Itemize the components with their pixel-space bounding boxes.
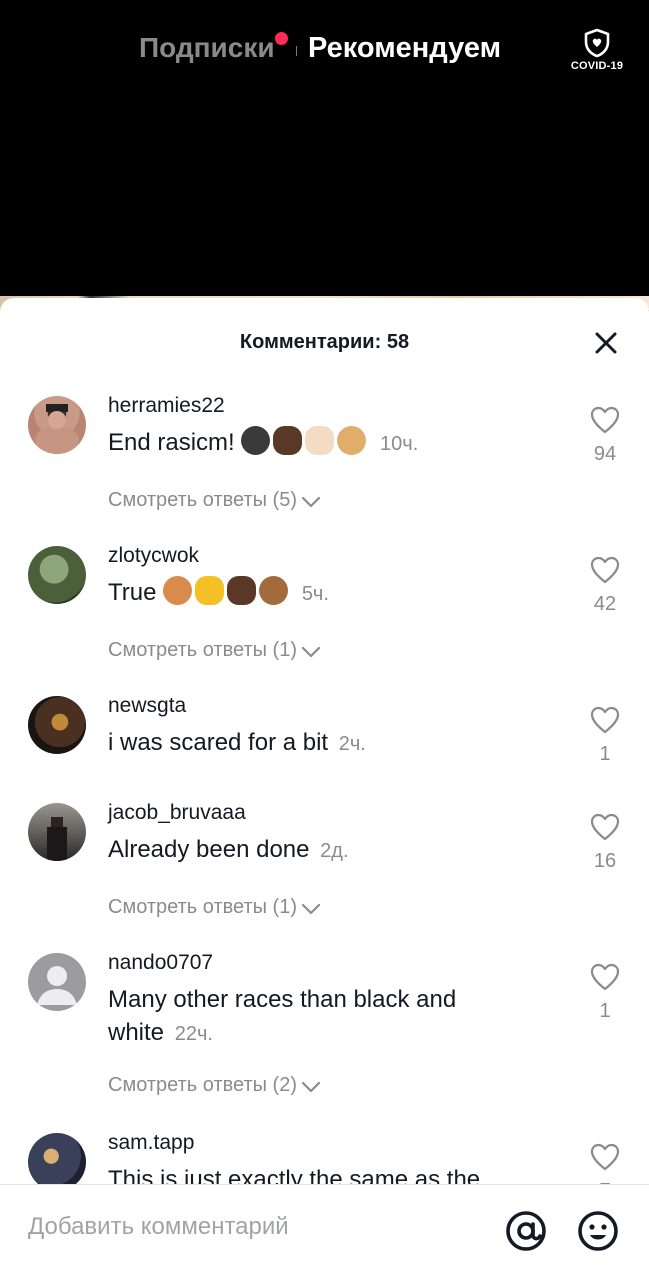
comments-header: Комментарии: 58 (0, 298, 649, 382)
covid-info-button[interactable]: COVID-19 (567, 28, 627, 72)
comment-text: End rasicm! 10ч. (108, 426, 528, 461)
boy-emoji-icon (163, 576, 193, 605)
comment-time: 22ч. (174, 1023, 213, 1045)
at-sign-icon[interactable] (504, 1209, 548, 1253)
comment-username[interactable]: newsgta (108, 694, 186, 718)
like-count: 1 (599, 1000, 611, 1022)
fist-light-emoji-icon (305, 426, 335, 455)
like-button[interactable]: 42 (585, 556, 625, 616)
like-button[interactable]: 94 (585, 406, 625, 466)
comment-time: 10ч. (380, 433, 419, 455)
video-player[interactable]: Подписки Рекомендуем COVID-19 (0, 0, 649, 310)
comment-body: This is just exactly the same as the (108, 1166, 481, 1184)
view-replies-button[interactable]: Смотреть ответы (2) (108, 1074, 321, 1097)
like-button[interactable]: 1 (585, 706, 625, 766)
chevron-down-icon (301, 1081, 321, 1093)
chevron-down-icon (301, 646, 321, 658)
heart-icon (590, 706, 620, 734)
chevron-down-icon (301, 903, 321, 915)
view-replies-button[interactable]: Смотреть ответы (5) (108, 489, 321, 512)
new-content-dot (275, 32, 288, 45)
comment-username[interactable]: jacob_bruvaaa (108, 801, 246, 825)
fist-yellow-emoji-icon (195, 576, 225, 605)
comments-sheet: Комментарии: 58 herramies22 End rasicm! … (0, 298, 649, 1279)
comments-list[interactable]: herramies22 End rasicm! 10ч. 94 Смотреть… (0, 382, 649, 1184)
heart-icon (590, 963, 620, 991)
view-replies-button[interactable]: Смотреть ответы (1) (108, 639, 321, 662)
avatar[interactable] (28, 396, 86, 454)
comment-time: 2д. (320, 840, 349, 862)
like-count: 16 (593, 850, 617, 872)
view-replies-button[interactable]: Смотреть ответы (1) (108, 896, 321, 919)
user-silhouette-icon (37, 966, 77, 1005)
comments-title: Комментарии: 58 (239, 331, 410, 353)
heart-icon (590, 406, 620, 434)
comment-time: 5ч. (301, 583, 329, 605)
like-button[interactable]: 7 (585, 1143, 625, 1184)
avatar[interactable] (28, 546, 86, 604)
heart-icon (590, 1143, 620, 1171)
like-count: 42 (593, 593, 617, 615)
monkey-emoji-icon (259, 576, 289, 605)
view-replies-label: Смотреть ответы (1) (108, 639, 297, 661)
comment-username[interactable]: zlotycwok (108, 544, 199, 568)
covid-label: COVID-19 (570, 60, 624, 72)
gorilla-emoji-icon (241, 426, 271, 455)
comment-text: Many other races than black and white 22… (108, 983, 508, 1051)
avatar[interactable] (28, 696, 86, 754)
comment-username[interactable]: nando0707 (108, 951, 213, 975)
comment-item: sam.tapp This is just exactly the same a… (0, 1131, 649, 1184)
comment-username[interactable]: sam.tapp (108, 1131, 194, 1155)
comment-item: nando0707 Many other races than black an… (0, 951, 649, 1131)
fist-dark-emoji-icon (227, 576, 257, 605)
chevron-down-icon (301, 496, 321, 508)
comment-body: Already been done (108, 836, 310, 863)
heart-icon (590, 813, 620, 841)
shield-heart-icon (584, 28, 610, 58)
comment-body: i was scared for a bit (108, 729, 329, 756)
comment-item: newsgta i was scared for a bit 2ч. 1 (0, 694, 649, 801)
comment-text: This is just exactly the same as the (108, 1163, 528, 1184)
avatar[interactable] (28, 803, 86, 861)
face-blond-emoji-icon (337, 426, 367, 455)
heart-icon (590, 556, 620, 584)
comment-item: herramies22 End rasicm! 10ч. 94 Смотреть… (0, 394, 649, 544)
comment-text: i was scared for a bit 2ч. (108, 726, 528, 761)
comment-body: End rasicm! (108, 429, 235, 456)
tab-divider (296, 46, 297, 56)
comment-text: Already been done 2д. (108, 833, 528, 868)
tab-for-you[interactable]: Рекомендуем (308, 32, 501, 65)
comment-body: Many other races than black and white (108, 986, 457, 1046)
view-replies-label: Смотреть ответы (5) (108, 489, 297, 511)
comment-username[interactable]: herramies22 (108, 394, 225, 418)
view-replies-label: Смотреть ответы (1) (108, 896, 297, 918)
fist-dark-emoji-icon (273, 426, 303, 455)
comment-body: True (108, 579, 157, 606)
comment-input-bar: Добавить комментарий (0, 1184, 649, 1279)
comment-time: 2ч. (338, 733, 366, 755)
like-count: 94 (593, 443, 617, 465)
tab-following[interactable]: Подписки (139, 32, 275, 64)
close-icon[interactable] (591, 328, 621, 358)
like-count: 1 (599, 743, 611, 765)
view-replies-label: Смотреть ответы (2) (108, 1074, 297, 1096)
default-avatar[interactable] (28, 953, 86, 1011)
comment-text: True 5ч. (108, 576, 528, 611)
avatar[interactable] (28, 1133, 86, 1184)
like-button[interactable]: 1 (585, 963, 625, 1023)
comment-input[interactable]: Добавить комментарий (28, 1213, 289, 1241)
like-button[interactable]: 16 (585, 813, 625, 873)
feed-tabs: Подписки Рекомендуем (0, 30, 649, 72)
smiley-icon[interactable] (576, 1209, 620, 1253)
comment-item: zlotycwok True 5ч. 42 Смотреть ответы (1… (0, 544, 649, 694)
comment-item: jacob_bruvaaa Already been done 2д. 16 С… (0, 801, 649, 951)
